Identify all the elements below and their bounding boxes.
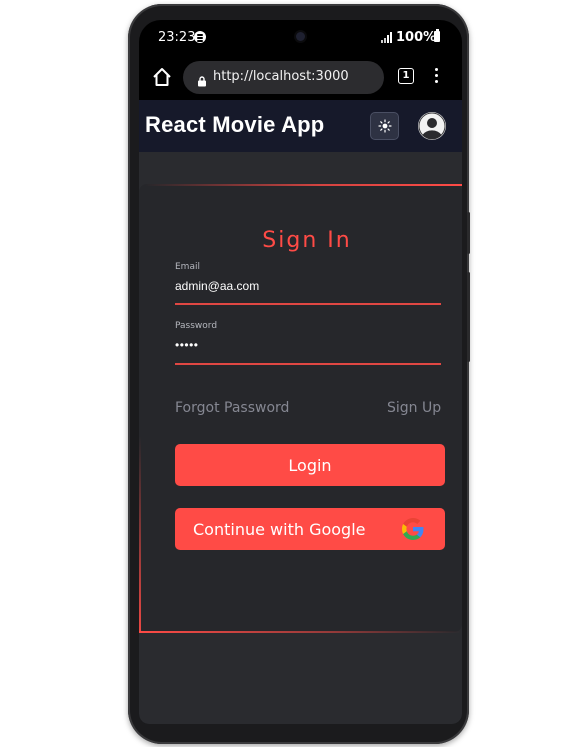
app-viewport: React Movie App Sign In Email admin@aa.c…: [139, 100, 462, 724]
phone-screen: 23:23 100% http://localhost:3000 1 React…: [139, 20, 462, 724]
card-glow-top: [145, 184, 462, 186]
address-bar[interactable]: http://localhost:3000: [183, 61, 384, 94]
battery-level: 100%: [396, 30, 437, 45]
card-glow-left: [139, 436, 141, 632]
theme-toggle-button[interactable]: [370, 112, 399, 140]
login-button[interactable]: Login: [175, 444, 445, 486]
password-label: Password: [175, 321, 218, 331]
email-underline: [175, 303, 441, 305]
google-signin-button[interactable]: Continue with Google: [175, 508, 445, 550]
phone-side-button: [467, 212, 470, 254]
tabs-icon[interactable]: 1: [398, 68, 414, 84]
signin-title: Sign In: [262, 228, 352, 253]
password-field[interactable]: •••••: [175, 338, 199, 352]
sun-icon: [378, 119, 392, 133]
kebab-menu-icon[interactable]: [434, 68, 438, 84]
url-text: http://localhost:3000: [213, 69, 349, 84]
phone-volume-button: [467, 272, 470, 362]
battery-icon: [434, 29, 440, 42]
front-camera: [296, 32, 305, 41]
sign-up-link[interactable]: Sign Up: [387, 400, 441, 416]
status-time: 23:23: [158, 30, 196, 45]
google-icon: [401, 517, 425, 541]
card-glow-bottom: [139, 631, 462, 633]
avatar-icon[interactable]: [418, 112, 446, 140]
status-bar: 23:23 100%: [139, 20, 462, 58]
signal-icon: [381, 32, 393, 43]
password-underline: [175, 363, 441, 365]
spotify-icon: [194, 31, 206, 43]
email-field[interactable]: admin@aa.com: [175, 279, 259, 293]
lock-icon: [197, 72, 207, 87]
browser-toolbar: http://localhost:3000 1: [139, 58, 462, 100]
forgot-password-link[interactable]: Forgot Password: [175, 400, 289, 416]
google-button-label: Continue with Google: [193, 520, 366, 539]
login-button-label: Login: [288, 456, 332, 475]
email-label: Email: [175, 262, 200, 272]
app-navbar: React Movie App: [139, 100, 462, 152]
app-title[interactable]: React Movie App: [145, 112, 324, 138]
home-icon[interactable]: [151, 66, 173, 88]
